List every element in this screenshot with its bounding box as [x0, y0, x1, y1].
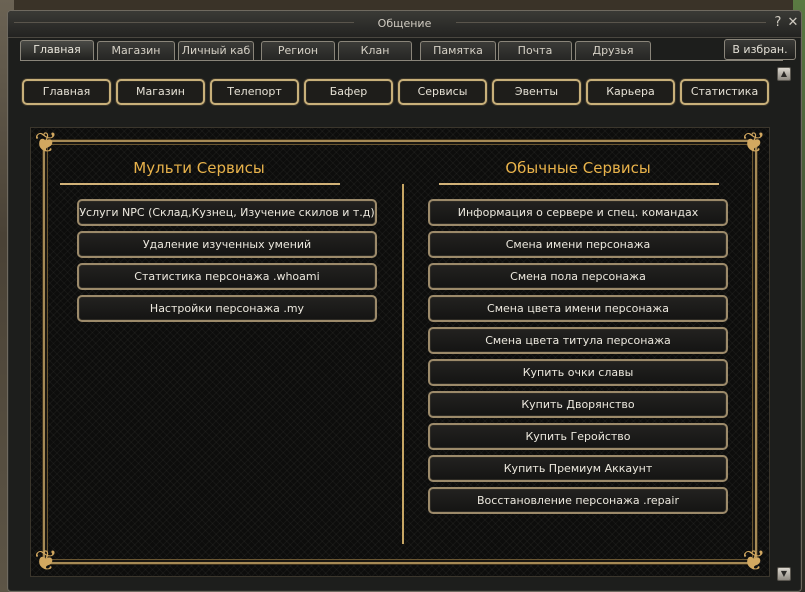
- add-to-favorites-button[interactable]: В избран.: [724, 39, 796, 60]
- character-settings-button[interactable]: Настройки персонажа .my: [77, 295, 377, 322]
- corner-ornament-icon: ❦: [34, 544, 58, 577]
- change-gender-button[interactable]: Смена пола персонажа: [428, 263, 728, 290]
- character-stats-button[interactable]: Статистика персонажа .whoami: [77, 263, 377, 290]
- regular-services-title: Обычные Сервисы: [505, 159, 651, 177]
- npc-services-button[interactable]: Услуги NPC (Склад,Кузнец, Изучение скило…: [77, 199, 377, 226]
- nav-services-button[interactable]: Сервисы: [398, 79, 487, 105]
- tab-region[interactable]: Регион: [261, 41, 335, 60]
- close-button[interactable]: ✕: [786, 16, 800, 30]
- tab-mail[interactable]: Почта: [498, 41, 572, 60]
- window-title: Общение: [377, 17, 432, 30]
- buy-nobless-button[interactable]: Купить Дворянство: [428, 391, 728, 418]
- multi-services-title: Мульти Сервисы: [133, 159, 265, 177]
- community-window: Общение ? ✕ Главная Магазин Личный каб Р…: [7, 10, 802, 592]
- change-name-color-button[interactable]: Смена цвета имени персонажа: [428, 295, 728, 322]
- scroll-down-arrow-icon[interactable]: ▼: [777, 567, 791, 581]
- title-bar[interactable]: Общение ? ✕: [8, 11, 801, 38]
- nav-events-button[interactable]: Эвенты: [492, 79, 581, 105]
- tab-bar-line: [20, 60, 783, 61]
- buy-premium-button[interactable]: Купить Премиум Аккаунт: [428, 455, 728, 482]
- tab-main[interactable]: Главная: [20, 40, 94, 61]
- services-panel: ❦ ❦ ❦ ❦ Мульти Сервисы Обычные Сервисы У…: [30, 127, 770, 577]
- nav-main-button[interactable]: Главная: [22, 79, 111, 105]
- scroll-up-arrow-icon[interactable]: ▲: [777, 67, 791, 81]
- repair-character-button[interactable]: Восстановление персонажа .repair: [428, 487, 728, 514]
- tab-friends[interactable]: Друзья: [575, 41, 651, 60]
- server-info-button[interactable]: Информация о сервере и спец. командах: [428, 199, 728, 226]
- corner-ornament-icon: ❦: [742, 544, 766, 577]
- remove-skills-button[interactable]: Удаление изученных умений: [77, 231, 377, 258]
- change-name-button[interactable]: Смена имени персонажа: [428, 231, 728, 258]
- nav-buffer-button[interactable]: Бафер: [304, 79, 393, 105]
- tab-clan[interactable]: Клан: [338, 41, 412, 60]
- buy-hero-button[interactable]: Купить Геройство: [428, 423, 728, 450]
- tab-shop[interactable]: Магазин: [97, 41, 175, 60]
- tab-memo[interactable]: Памятка: [420, 41, 496, 60]
- buy-fame-button[interactable]: Купить очки славы: [428, 359, 728, 386]
- column-divider: [402, 184, 404, 544]
- change-title-color-button[interactable]: Смена цвета титула персонажа: [428, 327, 728, 354]
- help-button[interactable]: ?: [771, 16, 785, 30]
- tab-account[interactable]: Личный каб: [178, 41, 254, 60]
- nav-teleport-button[interactable]: Телепорт: [210, 79, 299, 105]
- nav-shop-button[interactable]: Магазин: [116, 79, 205, 105]
- regular-services-underline: [439, 183, 719, 185]
- nav-career-button[interactable]: Карьера: [586, 79, 675, 105]
- multi-services-underline: [60, 183, 340, 185]
- nav-statistics-button[interactable]: Статистика: [680, 79, 769, 105]
- corner-ornament-icon: ❦: [742, 126, 766, 159]
- corner-ornament-icon: ❦: [34, 126, 58, 159]
